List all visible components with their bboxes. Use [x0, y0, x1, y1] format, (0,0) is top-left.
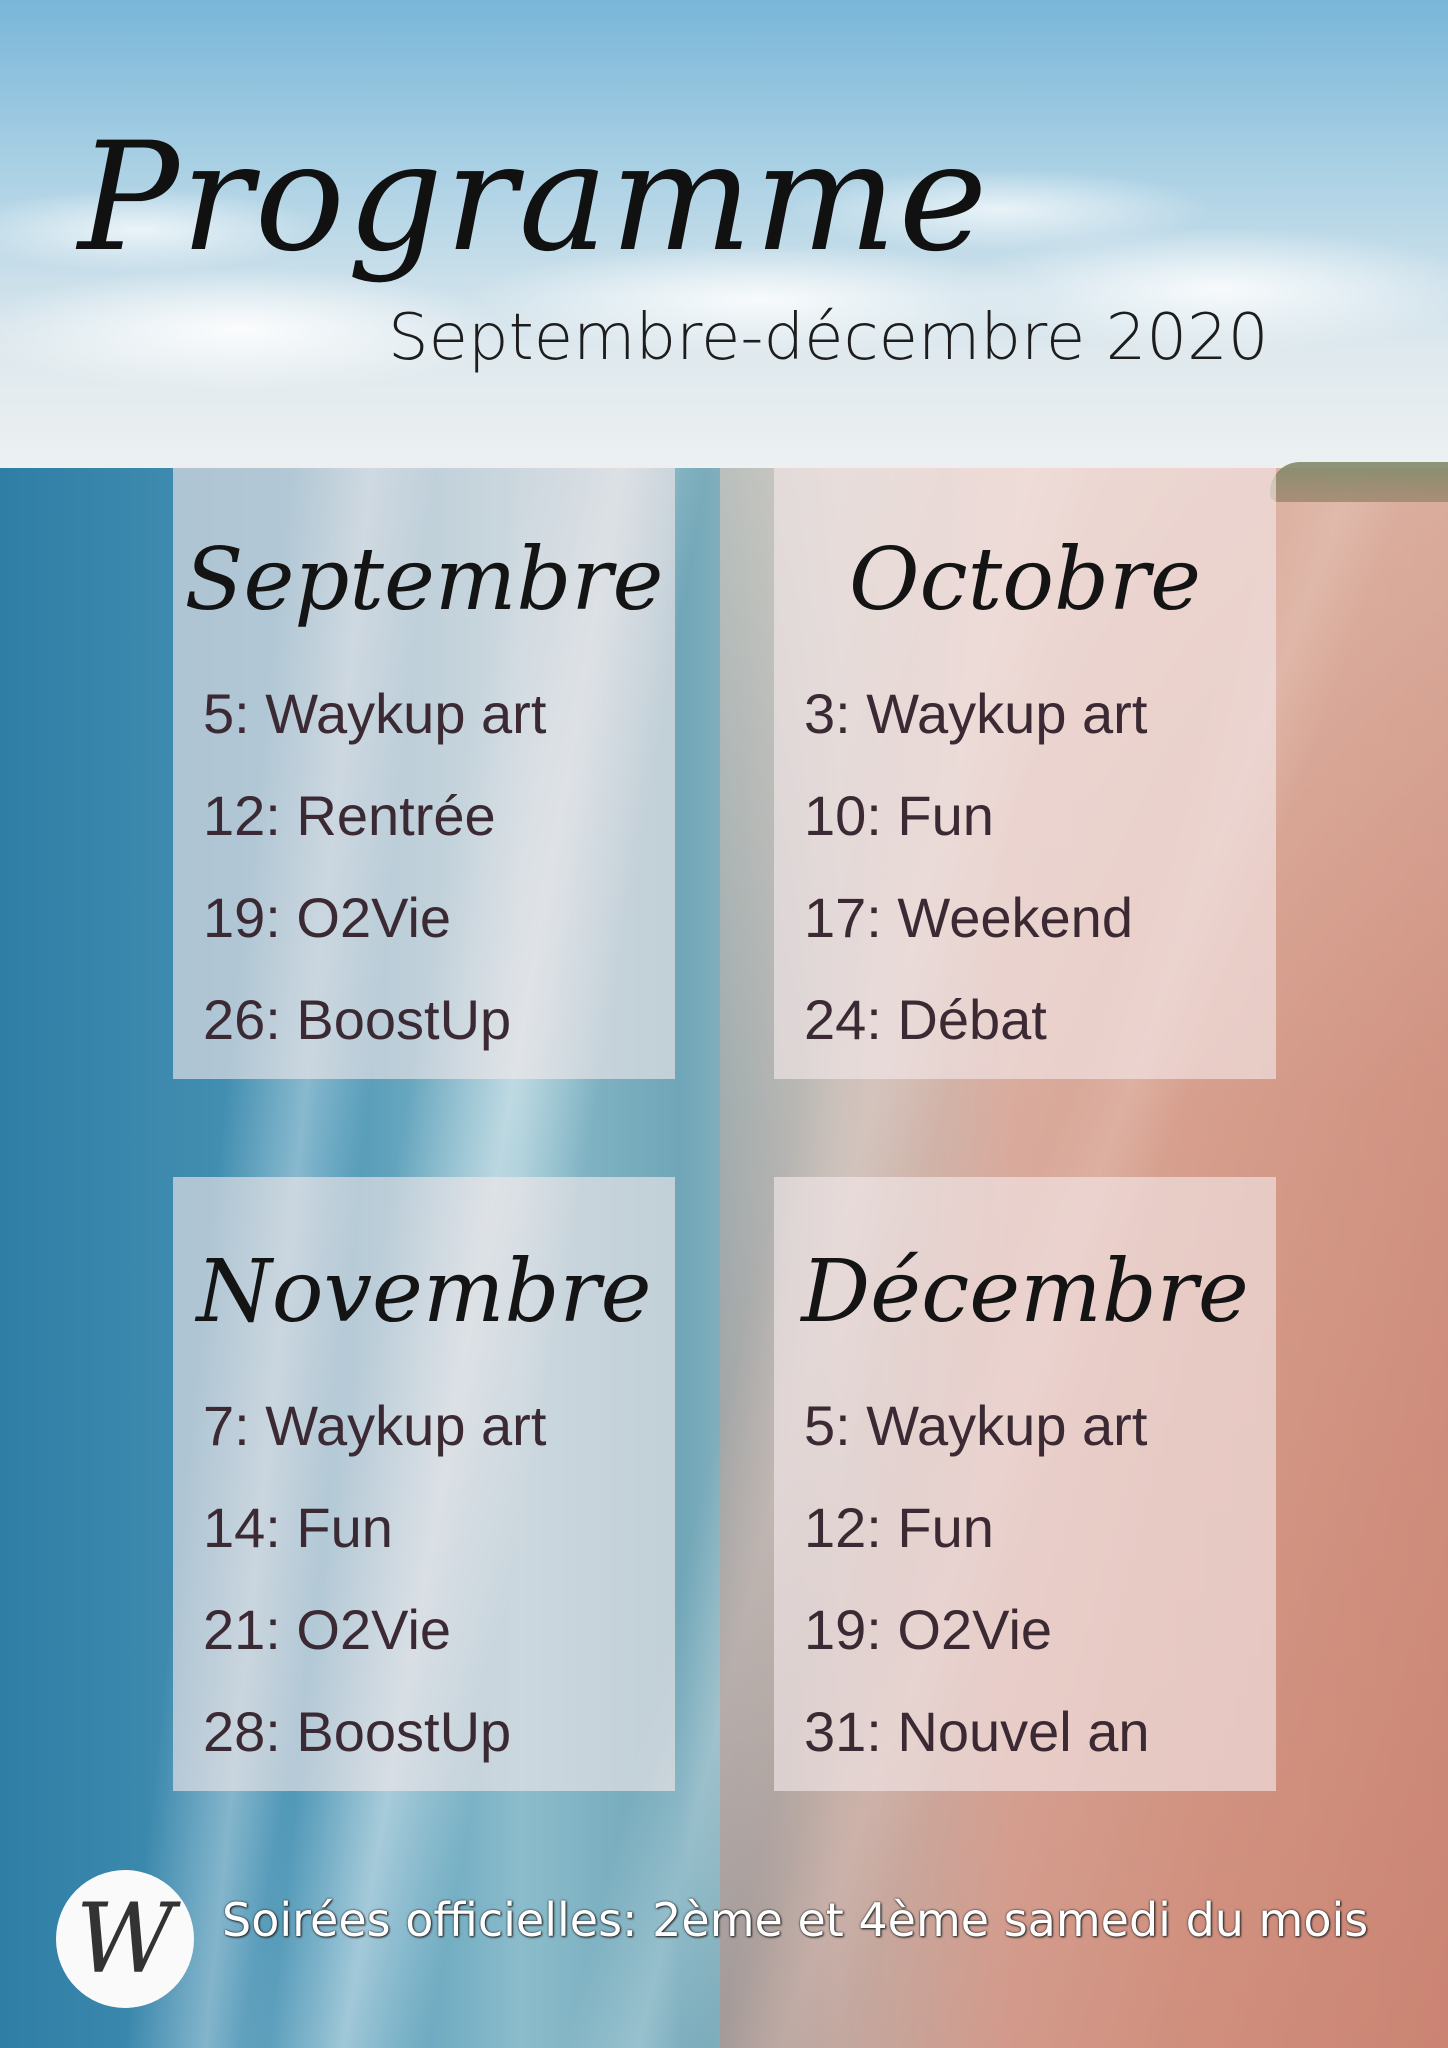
footer-note: Soirées officielles: 2ème et 4ème samedi… — [222, 1893, 1369, 1947]
month-card-novembre: Novembre 7: Waykup art 14: Fun 21: O2Vie… — [173, 1177, 675, 1791]
event-item: 3: Waykup art — [804, 682, 1148, 745]
month-card-septembre: Septembre 5: Waykup art 12: Rentrée 19: … — [173, 465, 675, 1079]
horizon-land — [1270, 462, 1448, 502]
event-item: 7: Waykup art — [203, 1394, 547, 1457]
event-item: 5: Waykup art — [804, 1394, 1148, 1457]
event-item: 31: Nouvel an — [804, 1700, 1150, 1763]
month-title: Septembre — [184, 530, 664, 630]
event-item: 14: Fun — [203, 1496, 393, 1559]
month-card-octobre: Octobre 3: Waykup art 10: Fun 17: Weeken… — [774, 465, 1276, 1079]
month-title: Novembre — [196, 1242, 652, 1342]
event-item: 28: BoostUp — [203, 1700, 512, 1763]
poster-subtitle: Septembre-décembre 2020 — [388, 301, 1269, 375]
logo: W — [56, 1870, 194, 2008]
event-item: 5: Waykup art — [203, 682, 547, 745]
event-list: 7: Waykup art 14: Fun 21: O2Vie 28: Boos… — [203, 1375, 673, 1783]
event-item: 19: O2Vie — [203, 886, 452, 949]
event-item: 21: O2Vie — [203, 1598, 452, 1661]
poster-title: Programme — [78, 111, 990, 285]
event-item: 19: O2Vie — [804, 1598, 1053, 1661]
event-item: 26: BoostUp — [203, 988, 512, 1051]
logo-letter: W — [75, 1883, 175, 1995]
event-item: 12: Fun — [804, 1496, 994, 1559]
month-title: Décembre — [801, 1242, 1249, 1342]
month-card-decembre: Décembre 5: Waykup art 12: Fun 19: O2Vie… — [774, 1177, 1276, 1791]
month-title: Octobre — [848, 530, 1202, 630]
poster: Programme Septembre-décembre 2020 Septem… — [0, 0, 1448, 2048]
event-list: 3: Waykup art 10: Fun 17: Weekend 24: Dé… — [804, 663, 1274, 1071]
event-list: 5: Waykup art 12: Fun 19: O2Vie 31: Nouv… — [804, 1375, 1274, 1783]
event-item: 12: Rentrée — [203, 784, 496, 847]
event-list: 5: Waykup art 12: Rentrée 19: O2Vie 26: … — [203, 663, 673, 1071]
event-item: 17: Weekend — [804, 886, 1133, 949]
event-item: 10: Fun — [804, 784, 994, 847]
event-item: 24: Débat — [804, 988, 1047, 1051]
